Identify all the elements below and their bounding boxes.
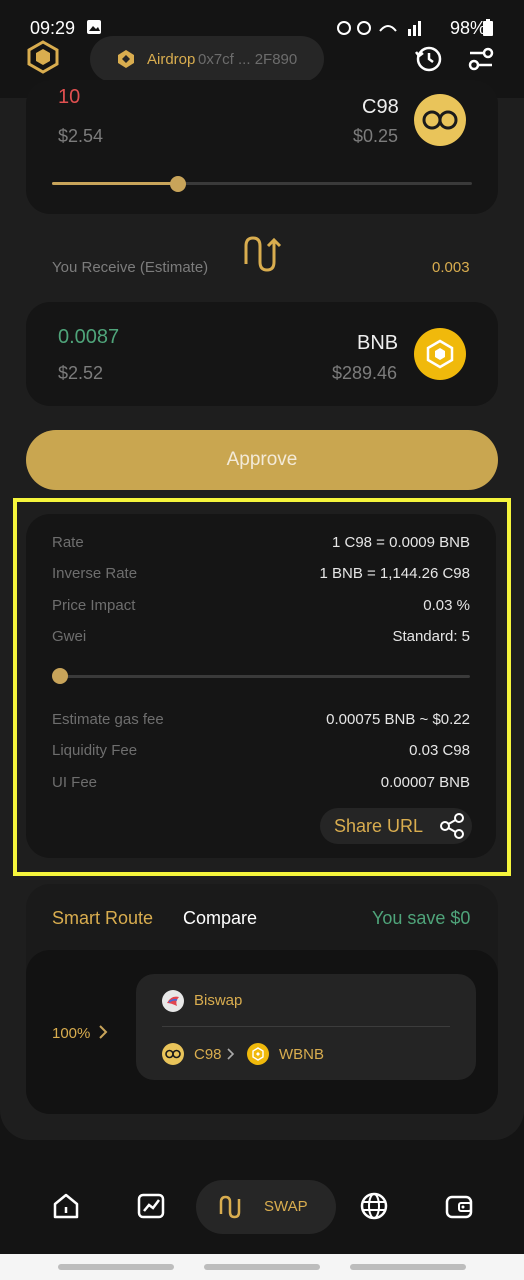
wallet-icon[interactable]	[444, 1191, 474, 1221]
route-path-box: Biswap C98 WBNB	[136, 974, 476, 1080]
nav-swap[interactable]: SWAP	[196, 1180, 336, 1234]
receive-label: You Receive (Estimate)	[52, 259, 209, 276]
status-bar: 09:29 98%	[0, 0, 524, 40]
pay-slider-thumb[interactable]	[170, 176, 186, 192]
history-icon[interactable]	[414, 44, 444, 74]
saving-text: You save $0	[372, 908, 471, 928]
battery-percent: 98%	[449, 18, 486, 38]
market-chart-icon[interactable]	[136, 1191, 166, 1221]
nav-swap-label: SWAP	[264, 1198, 308, 1215]
receive-estimate-value: 0.003	[432, 259, 470, 276]
pay-amount-usd: $2.54	[58, 126, 104, 146]
route-from-token: C98	[194, 1046, 222, 1063]
chevron-right-icon[interactable]	[98, 1024, 110, 1040]
back-button[interactable]	[350, 1264, 466, 1270]
receive-card: 0.0087 $2.52 BNB $289.46	[26, 302, 498, 406]
globe-icon[interactable]	[359, 1191, 389, 1221]
receive-token-price: $289.46	[332, 363, 398, 383]
swap-nav-icon	[219, 1195, 241, 1219]
pay-token-symbol[interactable]: C98	[362, 96, 399, 119]
tab-smart-route[interactable]: Smart Route	[52, 908, 153, 929]
app-logo-icon[interactable]	[26, 40, 60, 74]
route-arrow-icon	[227, 1048, 235, 1060]
route-dex-name: Biswap	[194, 992, 243, 1009]
highlight-box	[13, 498, 511, 876]
recent-apps-button[interactable]	[58, 1264, 174, 1270]
c98-route-icon	[162, 1043, 184, 1065]
settings-sliders-icon[interactable]	[466, 44, 496, 74]
pay-percent-slider[interactable]	[52, 182, 472, 185]
tab-compare[interactable]: Compare	[183, 908, 257, 929]
status-icons	[337, 21, 421, 36]
wallet-name: Airdrop	[147, 51, 196, 68]
c98-token-icon[interactable]	[414, 94, 466, 146]
route-percent: 100%	[52, 1025, 91, 1042]
pay-amount[interactable]: 10	[58, 86, 80, 109]
receive-amount-usd: $2.52	[58, 363, 104, 383]
biswap-icon	[162, 990, 184, 1012]
pay-slider-fill	[52, 182, 178, 185]
gallery-icon	[87, 20, 101, 34]
wallet-chain-icon	[118, 50, 134, 68]
swap-direction-icon[interactable]	[242, 234, 282, 274]
home-icon[interactable]	[51, 1191, 81, 1221]
route-to-token: WBNB	[279, 1046, 324, 1063]
system-nav-bar	[0, 1254, 524, 1280]
route-divider	[162, 1026, 450, 1027]
receive-amount: 0.0087	[58, 326, 120, 348]
battery-icon	[483, 19, 493, 36]
wallet-address: 0x7cf ... 2F890	[198, 51, 298, 68]
pay-token-price: $0.25	[353, 126, 399, 146]
wbnb-route-icon	[247, 1043, 269, 1065]
receive-token-symbol[interactable]: BNB	[357, 332, 398, 355]
bnb-token-icon[interactable]	[414, 328, 466, 380]
home-button[interactable]	[204, 1264, 320, 1270]
pay-card: 10 $2.54 C98 $0.25	[26, 80, 498, 214]
status-time: 09:29	[30, 18, 76, 38]
approve-button[interactable]: Approve	[26, 430, 498, 490]
wallet-selector[interactable]: Airdrop 0x7cf ... 2F890	[90, 36, 324, 82]
